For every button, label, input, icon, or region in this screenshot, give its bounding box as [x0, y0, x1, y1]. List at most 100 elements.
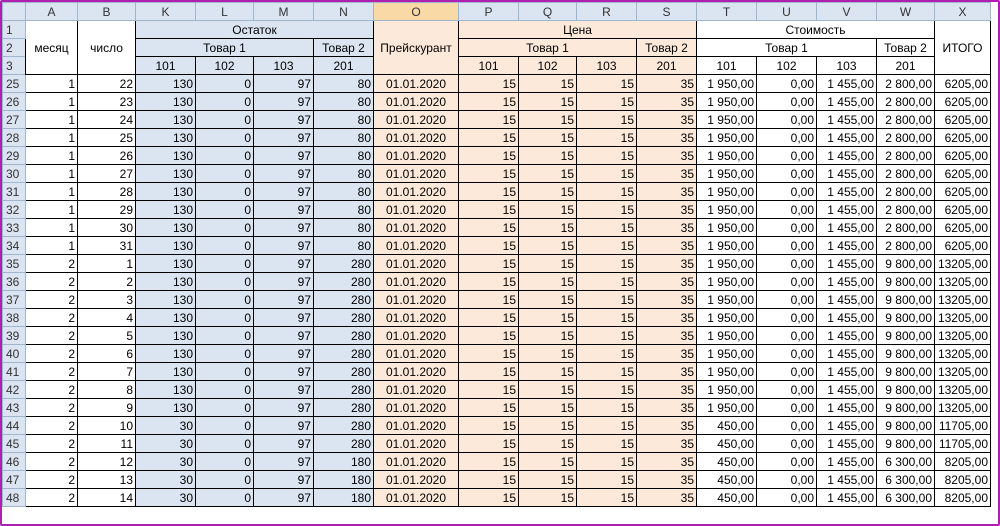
cell-o[interactable]: 01.01.2020	[373, 434, 459, 453]
cell-n[interactable]: 280	[313, 272, 374, 291]
cell-x[interactable]: 6205,00	[934, 146, 991, 165]
cell-p[interactable]: 15	[458, 434, 519, 453]
column-header[interactable]: A	[25, 2, 78, 21]
cell-u[interactable]: 0,00	[756, 416, 817, 435]
cell-s[interactable]: 35	[636, 380, 697, 399]
cell-l[interactable]: 0	[195, 308, 254, 327]
row-header[interactable]: 39	[2, 326, 26, 345]
cell-v[interactable]: 1 455,00	[816, 92, 877, 111]
cell-v[interactable]: 1 455,00	[816, 146, 877, 165]
cell-t[interactable]: 1 950,00	[696, 272, 757, 291]
cell-q[interactable]: 15	[518, 398, 577, 417]
cell-r[interactable]: 15	[576, 218, 637, 237]
cell-a[interactable]: 1	[25, 92, 78, 111]
cell-r[interactable]: 15	[576, 290, 637, 309]
cell-a[interactable]: 2	[25, 272, 78, 291]
cell-b[interactable]: 1	[77, 254, 136, 273]
header-code[interactable]: 103	[816, 56, 877, 75]
cell-k[interactable]: 130	[135, 236, 196, 255]
cell-a[interactable]: 2	[25, 362, 78, 381]
header-price-product1[interactable]: Товар 1	[458, 38, 637, 57]
header-code[interactable]: 201	[636, 56, 697, 75]
cell-u[interactable]: 0,00	[756, 128, 817, 147]
cell-b[interactable]: 22	[77, 74, 136, 93]
cell-a[interactable]: 2	[25, 290, 78, 309]
cell-l[interactable]: 0	[195, 254, 254, 273]
row-header[interactable]: 36	[2, 272, 26, 291]
header-price[interactable]: Цена	[458, 20, 697, 39]
cell-t[interactable]: 1 950,00	[696, 254, 757, 273]
cell-s[interactable]: 35	[636, 470, 697, 489]
cell-p[interactable]: 15	[458, 236, 519, 255]
cell-a[interactable]: 2	[25, 254, 78, 273]
cell-r[interactable]: 15	[576, 362, 637, 381]
cell-n[interactable]: 280	[313, 416, 374, 435]
cell-s[interactable]: 35	[636, 290, 697, 309]
cell-q[interactable]: 15	[518, 326, 577, 345]
cell-t[interactable]: 1 950,00	[696, 164, 757, 183]
cell-w[interactable]: 2 800,00	[876, 110, 935, 129]
cell-p[interactable]: 15	[458, 218, 519, 237]
cell-a[interactable]: 1	[25, 128, 78, 147]
cell-q[interactable]: 15	[518, 452, 577, 471]
cell-m[interactable]: 97	[253, 146, 314, 165]
cell-x[interactable]: 6205,00	[934, 74, 991, 93]
cell-n[interactable]: 280	[313, 380, 374, 399]
cell-r[interactable]: 15	[576, 488, 637, 507]
cell-u[interactable]: 0,00	[756, 398, 817, 417]
cell-p[interactable]: 15	[458, 254, 519, 273]
cell-w[interactable]: 9 800,00	[876, 380, 935, 399]
cell-p[interactable]: 15	[458, 290, 519, 309]
row-header[interactable]: 47	[2, 470, 26, 489]
cell-n[interactable]: 280	[313, 290, 374, 309]
cell-v[interactable]: 1 455,00	[816, 290, 877, 309]
cell-r[interactable]: 15	[576, 200, 637, 219]
cell-o[interactable]: 01.01.2020	[373, 92, 459, 111]
cell-x[interactable]: 13205,00	[934, 290, 991, 309]
cell-v[interactable]: 1 455,00	[816, 344, 877, 363]
cell-q[interactable]: 15	[518, 434, 577, 453]
cell-l[interactable]: 0	[195, 182, 254, 201]
cell-p[interactable]: 15	[458, 470, 519, 489]
header-code[interactable]: 201	[313, 56, 374, 75]
cell-b[interactable]: 27	[77, 164, 136, 183]
cell-b[interactable]: 23	[77, 92, 136, 111]
cell-r[interactable]: 15	[576, 434, 637, 453]
row-header[interactable]: 37	[2, 290, 26, 309]
row-header[interactable]: 48	[2, 488, 26, 507]
row-header[interactable]: 26	[2, 92, 26, 111]
cell-s[interactable]: 35	[636, 488, 697, 507]
cell-m[interactable]: 97	[253, 182, 314, 201]
cell-v[interactable]: 1 455,00	[816, 380, 877, 399]
cell-l[interactable]: 0	[195, 128, 254, 147]
cell-m[interactable]: 97	[253, 308, 314, 327]
cell-t[interactable]: 450,00	[696, 488, 757, 507]
cell-k[interactable]: 130	[135, 380, 196, 399]
cell-s[interactable]: 35	[636, 236, 697, 255]
cell-w[interactable]: 2 800,00	[876, 146, 935, 165]
cell-t[interactable]: 1 950,00	[696, 128, 757, 147]
cell-n[interactable]: 280	[313, 398, 374, 417]
cell-r[interactable]: 15	[576, 254, 637, 273]
cell-q[interactable]: 15	[518, 488, 577, 507]
cell-s[interactable]: 35	[636, 128, 697, 147]
cell-m[interactable]: 97	[253, 452, 314, 471]
cell-k[interactable]: 30	[135, 452, 196, 471]
cell-k[interactable]: 130	[135, 272, 196, 291]
cell-t[interactable]: 1 950,00	[696, 218, 757, 237]
cell-l[interactable]: 0	[195, 272, 254, 291]
cell-n[interactable]: 80	[313, 74, 374, 93]
cell-m[interactable]: 97	[253, 362, 314, 381]
cell-l[interactable]: 0	[195, 164, 254, 183]
cell-a[interactable]: 1	[25, 218, 78, 237]
cell-p[interactable]: 15	[458, 362, 519, 381]
cell-r[interactable]: 15	[576, 146, 637, 165]
cell-w[interactable]: 6 300,00	[876, 470, 935, 489]
cell-m[interactable]: 97	[253, 164, 314, 183]
cell-u[interactable]: 0,00	[756, 110, 817, 129]
cell-o[interactable]: 01.01.2020	[373, 146, 459, 165]
cell-o[interactable]: 01.01.2020	[373, 164, 459, 183]
cell-q[interactable]: 15	[518, 236, 577, 255]
cell-l[interactable]: 0	[195, 380, 254, 399]
cell-p[interactable]: 15	[458, 326, 519, 345]
